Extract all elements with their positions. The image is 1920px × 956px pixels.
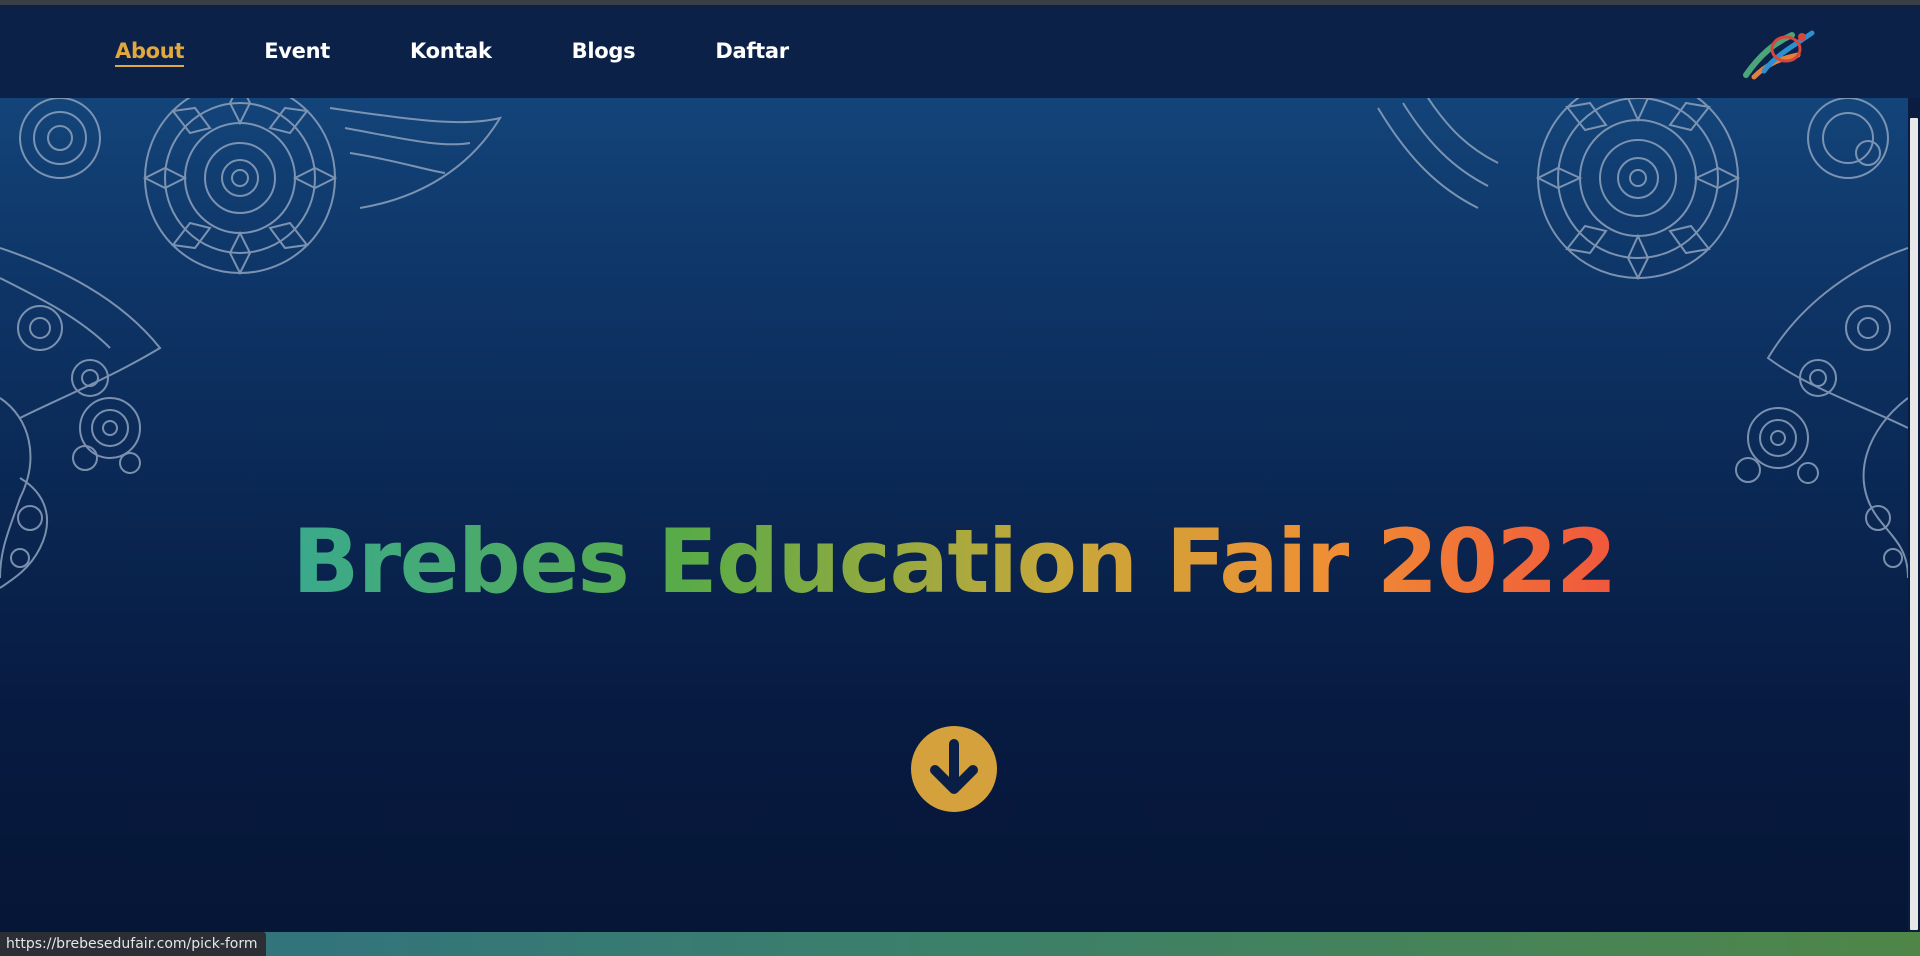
nav-links: About Event Kontak Blogs Daftar <box>115 5 869 98</box>
nav-link-about[interactable]: About <box>115 41 185 67</box>
hero-section: Brebes Education Fair 2022 <box>0 98 1908 932</box>
nav-link-blogs[interactable]: Blogs <box>572 41 636 62</box>
hero-title-text: Brebes Education Fair 2022 <box>292 510 1617 613</box>
page-scrollbar-thumb[interactable] <box>1910 118 1918 930</box>
next-section-strip <box>0 932 1920 956</box>
navbar: About Event Kontak Blogs Daftar <box>0 5 1920 98</box>
status-bar-url: https://brebesedufair.com/pick-form <box>0 932 266 956</box>
nav-link-kontak[interactable]: Kontak <box>410 41 492 62</box>
scroll-down-button[interactable] <box>911 726 997 812</box>
nav-link-daftar[interactable]: Daftar <box>715 41 789 62</box>
nav-link-event[interactable]: Event <box>264 41 330 62</box>
arrow-down-icon <box>930 739 978 794</box>
hero-title: Brebes Education Fair 2022 <box>0 518 1908 606</box>
brand-logo-icon[interactable] <box>1740 25 1816 81</box>
